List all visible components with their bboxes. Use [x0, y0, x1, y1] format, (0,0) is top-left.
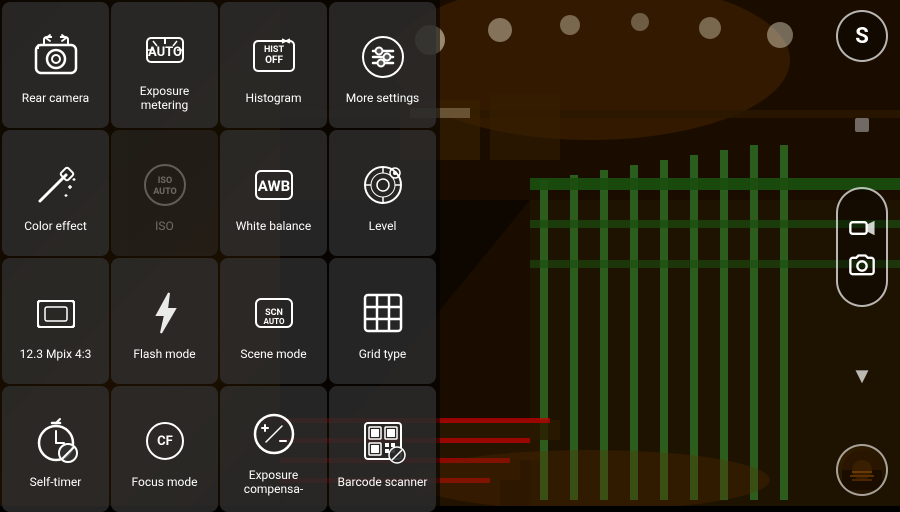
wand-icon [26, 155, 86, 215]
setting-barcode-label: Barcode scanner [338, 475, 428, 489]
setting-more-label: More settings [346, 91, 420, 105]
exposure-meter-icon: AUTO [135, 20, 195, 80]
video-icon [848, 214, 876, 242]
setting-rear-camera-label: Rear camera [22, 91, 89, 105]
setting-rear-camera[interactable]: Rear camera [2, 2, 109, 128]
gallery-thumbnail[interactable] [836, 444, 888, 496]
setting-resolution[interactable]: 12.3 Mpix 4:3 [2, 258, 109, 384]
timer-icon [26, 411, 86, 471]
setting-iso[interactable]: ISO AUTO ISO [111, 130, 218, 256]
setting-flash-label: Flash mode [133, 347, 195, 361]
scroll-down-arrow[interactable]: ▼ [851, 363, 873, 389]
setting-exposure-comp[interactable]: Exposure compensa- [220, 386, 327, 512]
setting-exp-comp-label: Exposure compensa- [226, 468, 321, 497]
setting-more[interactable]: More settings [329, 2, 436, 128]
setting-scene[interactable]: SCN AUTO Scene mode [220, 258, 327, 384]
scene-icon: SCN AUTO [244, 283, 304, 343]
camera-icon [848, 252, 876, 280]
flash-icon [135, 283, 195, 343]
grid-icon [353, 283, 413, 343]
mode-label: S [855, 24, 869, 49]
barcode-icon [353, 411, 413, 471]
focus-icon: CF [135, 411, 195, 471]
svg-text:AUTO: AUTO [153, 187, 177, 197]
camera-mode-pill[interactable] [836, 187, 888, 307]
setting-exposure-label: Exposure metering [117, 84, 212, 113]
svg-text:ISO: ISO [157, 176, 171, 186]
setting-resolution-label: 12.3 Mpix 4:3 [20, 347, 92, 361]
sliders-icon [353, 27, 413, 87]
setting-iso-label: ISO [155, 219, 174, 233]
setting-barcode[interactable]: Barcode scanner [329, 386, 436, 512]
svg-text:AUTO: AUTO [147, 45, 181, 60]
svg-text:CF: CF [157, 434, 173, 449]
svg-text:AWB: AWB [257, 177, 289, 195]
mode-selector-button[interactable]: S [836, 10, 888, 62]
setting-flash[interactable]: Flash mode [111, 258, 218, 384]
setting-histogram[interactable]: HIST OFF Histogram [220, 2, 327, 128]
svg-text:HIST: HIST [263, 45, 284, 55]
setting-color-label: Color effect [24, 219, 87, 233]
setting-color-effect[interactable]: Color effect [2, 130, 109, 256]
level-icon [353, 155, 413, 215]
setting-exposure-metering[interactable]: AUTO Exposure metering [111, 2, 218, 128]
iso-icon: ISO AUTO [135, 155, 195, 215]
exposure-comp-icon [244, 404, 304, 464]
setting-level[interactable]: Level [329, 130, 436, 256]
awb-icon: AWB [244, 155, 304, 215]
right-panel: S ▼ [832, 0, 892, 506]
histogram-icon: HIST OFF [244, 27, 304, 87]
setting-histogram-label: Histogram [246, 91, 302, 105]
svg-text:AUTO: AUTO [263, 317, 284, 326]
svg-text:OFF: OFF [265, 55, 283, 66]
setting-grid-label: Grid type [359, 347, 407, 361]
setting-grid[interactable]: Grid type [329, 258, 436, 384]
settings-panel: Rear camera AUTO Exposure metering HIST … [0, 0, 430, 506]
setting-focus[interactable]: CF Focus mode [111, 386, 218, 512]
setting-focus-label: Focus mode [132, 475, 198, 489]
camera-flip-icon [26, 27, 86, 87]
setting-wb[interactable]: AWB White balance [220, 130, 327, 256]
resolution-icon [26, 283, 86, 343]
setting-scene-label: Scene mode [240, 347, 306, 361]
setting-timer-label: Self-timer [30, 475, 82, 489]
setting-wb-label: White balance [236, 219, 311, 233]
indicator-square [855, 118, 869, 132]
setting-timer[interactable]: Self-timer [2, 386, 109, 512]
setting-level-label: Level [369, 219, 397, 233]
